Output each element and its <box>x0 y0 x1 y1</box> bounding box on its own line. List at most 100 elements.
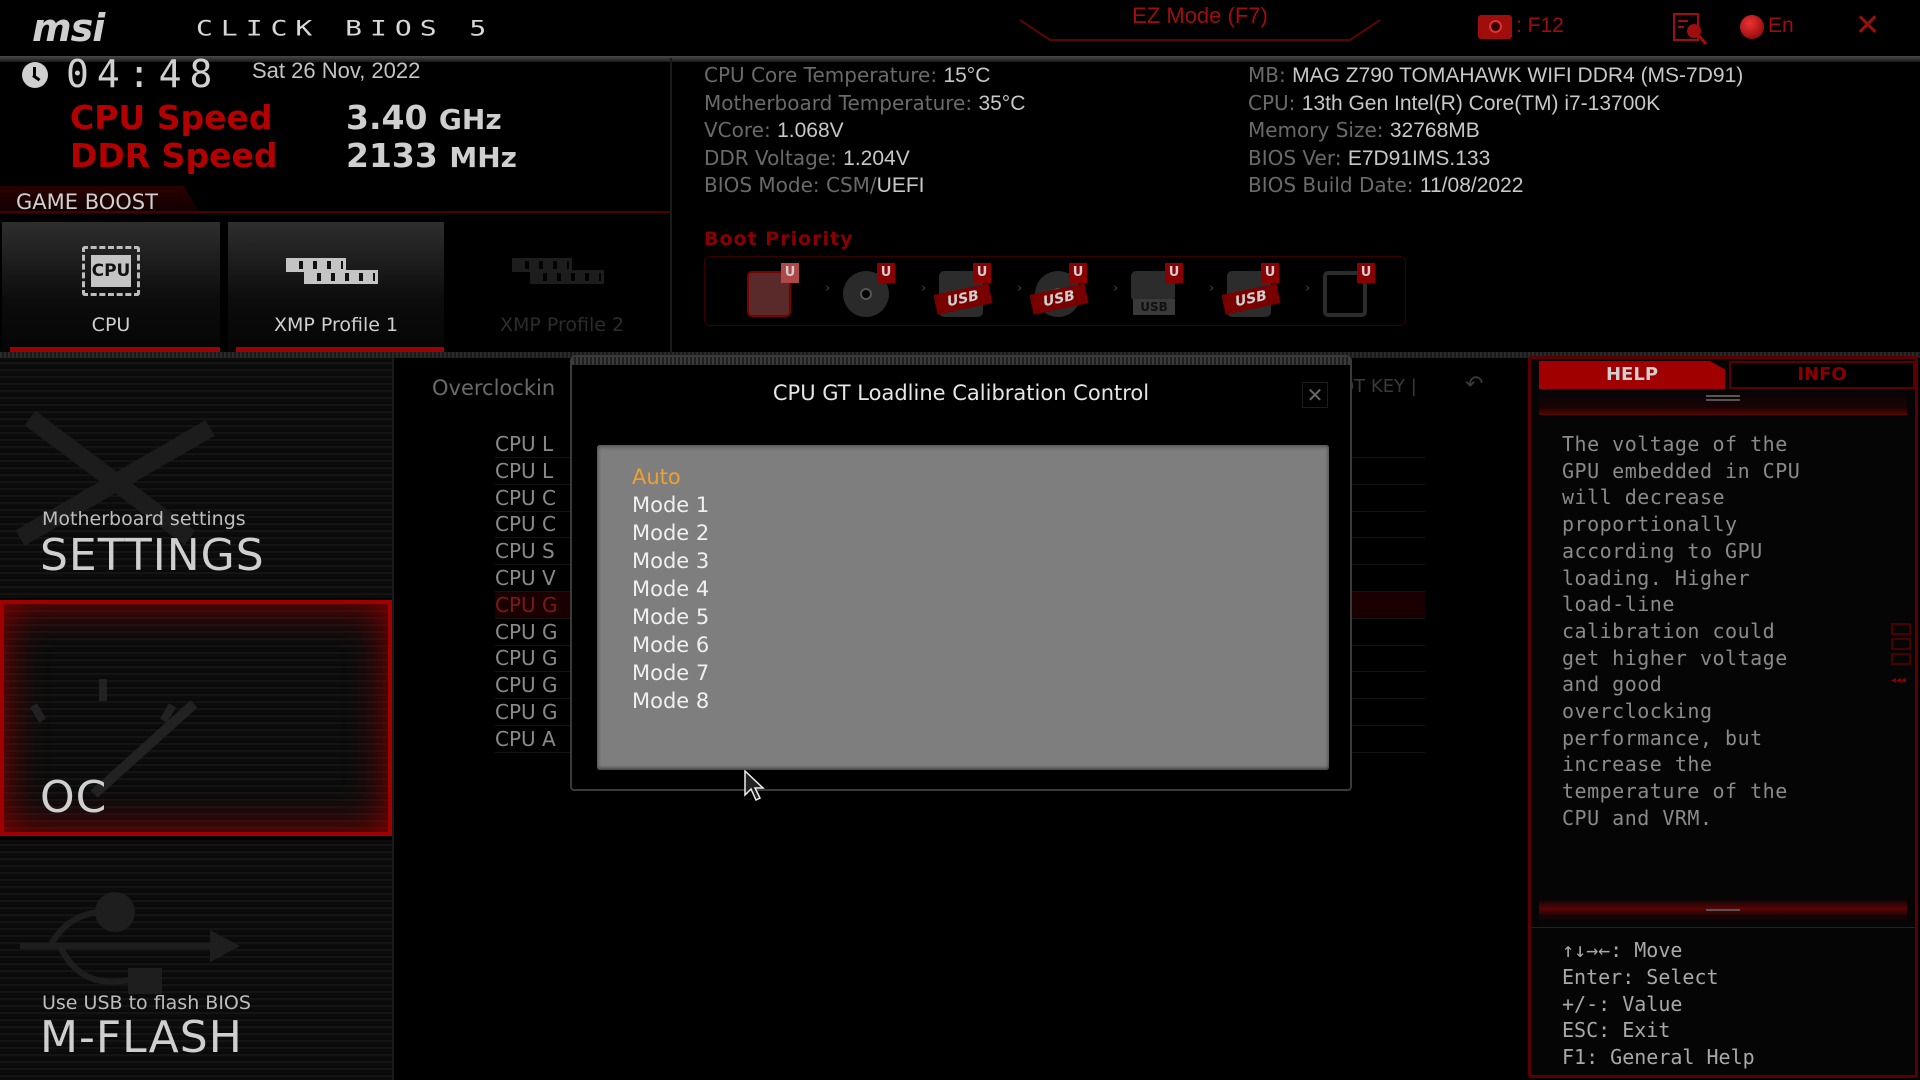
option-auto[interactable]: Auto <box>632 463 1329 491</box>
ddr-voltage: DDR Voltage: 1.204V <box>704 145 910 170</box>
game-boost-cpu-tile[interactable]: CPU CPU <box>2 222 220 352</box>
loadline-calibration-dialog: CPU GT Loadline Calibration Control ✕ Au… <box>570 355 1352 791</box>
help-scroll-down[interactable] <box>1539 899 1907 923</box>
overclocking-title: Overclockin <box>432 376 556 400</box>
language-label[interactable]: En <box>1768 14 1794 38</box>
boot-device-usb-floppy-icon[interactable]: USB U <box>1221 263 1281 319</box>
bios-build-date: BIOS Build Date: 11/08/2022 <box>1248 173 1524 198</box>
help-panel: HELP INFO The voltage of the GPU embedde… <box>1528 356 1918 1078</box>
dialog-title-strip <box>572 357 1350 365</box>
nav-settings-subtitle: Motherboard settings <box>42 508 246 530</box>
boot-arrow-icon: › <box>1017 281 1023 296</box>
option-mode-4[interactable]: Mode 4 <box>632 575 1329 603</box>
option-mode-5[interactable]: Mode 5 <box>632 603 1329 631</box>
nav-separator <box>392 358 394 1080</box>
tile-label: XMP Profile 2 <box>499 314 625 336</box>
nav-oc-title: OC <box>40 772 108 823</box>
globe-icon[interactable] <box>1740 15 1764 39</box>
boot-priority-title: Boot Priority <box>704 228 854 250</box>
cpu-speed-value: 3.40 GHz <box>346 98 502 137</box>
clock-icon <box>22 62 48 88</box>
ram-icon <box>286 258 386 288</box>
close-icon[interactable]: ✕ <box>1855 8 1880 43</box>
key-general-help: F1: General Help <box>1562 1045 1755 1070</box>
nav-mflash-subtitle: Use USB to flash BIOS <box>42 992 251 1014</box>
boot-arrow-icon: › <box>1113 281 1119 296</box>
nav-settings-title: SETTINGS <box>40 530 265 581</box>
screenshot-key-label: : F12 <box>1516 14 1564 37</box>
clock-date: Sat 26 Nov, 2022 <box>252 58 421 83</box>
key-value: +/-: Value <box>1562 991 1683 1016</box>
boot-priority-bar: U › U › USB U › USB U › USB U › USB U › U <box>704 256 1406 326</box>
ddr-speed-label: DDR Speed <box>70 136 278 175</box>
system-info-left: CPU Core Temperature: 15°C Motherboard T… <box>704 62 1025 200</box>
ram-icon <box>512 258 612 288</box>
ddr-speed-number: 2133 <box>346 136 438 175</box>
cpu-core-temp: CPU Core Temperature: 15°C <box>704 63 991 87</box>
system-info-right: MB: MAG Z790 TOMAHAWK WIFI DDR4 (MS-7D91… <box>1248 62 1743 200</box>
key-move: ↑↓→←: Move <box>1562 938 1683 962</box>
help-key-legend: ↑↓→←: Move Enter: Select +/-: Value ESC:… <box>1562 937 1912 1071</box>
boot-device-usb-hdd-icon[interactable]: USB U <box>933 263 993 319</box>
boot-device-network-icon[interactable]: U <box>1319 263 1375 319</box>
help-text: The voltage of the GPU embedded in CPU w… <box>1562 432 1801 830</box>
boot-device-usb-optical-icon[interactable]: USB U <box>1029 263 1089 319</box>
help-scrollbar[interactable]: ◂◂◂ <box>1891 623 1911 687</box>
tile-label: XMP Profile 1 <box>273 314 399 336</box>
help-tabs: HELP INFO <box>1539 361 1915 389</box>
boot-device-usb-key-icon[interactable]: USB U <box>1127 263 1183 319</box>
screenshot-camera-icon[interactable] <box>1478 15 1512 39</box>
option-mode-7[interactable]: Mode 7 <box>632 659 1329 687</box>
option-mode-3[interactable]: Mode 3 <box>632 547 1329 575</box>
ddr-speed-unit: MHz <box>449 141 517 174</box>
boot-arrow-icon: › <box>921 281 927 296</box>
usb-icon <box>20 892 240 994</box>
tab-info[interactable]: INFO <box>1729 361 1915 389</box>
ez-mode-label: EZ Mode (F7) <box>1132 3 1268 28</box>
key-exit: ESC: Exit <box>1562 1018 1671 1043</box>
option-mode-1[interactable]: Mode 1 <box>632 491 1329 519</box>
boot-device-optical-icon[interactable]: U <box>839 263 895 319</box>
mb-model: MB: MAG Z790 TOMAHAWK WIFI DDR4 (MS-7D91… <box>1248 63 1744 87</box>
cpu-speed-number: 3.40 <box>346 98 428 137</box>
option-mode-6[interactable]: Mode 6 <box>632 631 1329 659</box>
cpu-speed-label: CPU Speed <box>70 98 273 137</box>
nav-oc[interactable]: OC <box>0 600 392 836</box>
msi-logo: msi <box>32 6 105 50</box>
help-scroll-up[interactable] <box>1539 391 1907 415</box>
nav-mflash[interactable]: Use USB to flash BIOS M-FLASH <box>0 840 392 1080</box>
dialog-close-button[interactable]: ✕ <box>1302 382 1328 408</box>
key-select: Enter: Select <box>1562 964 1719 989</box>
bios-mode: BIOS Mode: CSM/UEFI <box>704 173 925 198</box>
option-mode-2[interactable]: Mode 2 <box>632 519 1329 547</box>
option-mode-8[interactable]: Mode 8 <box>632 687 1329 715</box>
mb-temp: Motherboard Temperature: 35°C <box>704 90 1026 115</box>
ez-mode-button[interactable]: EZ Mode (F7) <box>1010 0 1390 44</box>
cpu-model: CPU: 13th Gen Intel(R) Core(TM) i7-13700… <box>1248 90 1661 115</box>
game-boost-title: GAME BOOST <box>16 190 158 214</box>
search-icon[interactable] <box>1672 12 1708 45</box>
nav-settings[interactable]: Motherboard settings SETTINGS <box>0 358 392 598</box>
cpu-speed-unit: GHz <box>438 103 502 136</box>
help-keys-divider <box>1531 927 1915 928</box>
boot-device-hdd-icon[interactable]: U <box>743 263 799 319</box>
bios-version: BIOS Ver: E7D91IMS.133 <box>1248 145 1491 170</box>
boot-arrow-icon: › <box>1209 281 1215 296</box>
cpu-chip-icon: CPU <box>82 246 140 296</box>
memory-size: Memory Size: 32768MB <box>1248 118 1480 143</box>
back-icon[interactable]: ↶ <box>1465 372 1483 397</box>
click-bios-logo: CLICK BIOS 5 <box>196 16 495 41</box>
vcore: VCore: 1.068V <box>704 118 844 143</box>
tab-help[interactable]: HELP <box>1539 361 1725 389</box>
game-boost-xmp2-tile: XMP Profile 2 <box>455 222 669 352</box>
clock-time: 04:48 <box>66 52 221 96</box>
top-vertical-divider <box>670 58 672 354</box>
dialog-title: CPU GT Loadline Calibration Control <box>772 381 1150 405</box>
option-list: Auto Mode 1 Mode 2 Mode 3 Mode 4 Mode 5 … <box>597 445 1329 770</box>
tile-label: CPU <box>91 314 131 336</box>
mouse-cursor-icon <box>744 770 765 802</box>
boot-arrow-icon: › <box>1305 281 1311 296</box>
game-boost-xmp1-tile[interactable]: XMP Profile 1 <box>228 222 444 352</box>
boot-arrow-icon: › <box>825 281 831 296</box>
ddr-speed-value: 2133 MHz <box>346 136 517 175</box>
